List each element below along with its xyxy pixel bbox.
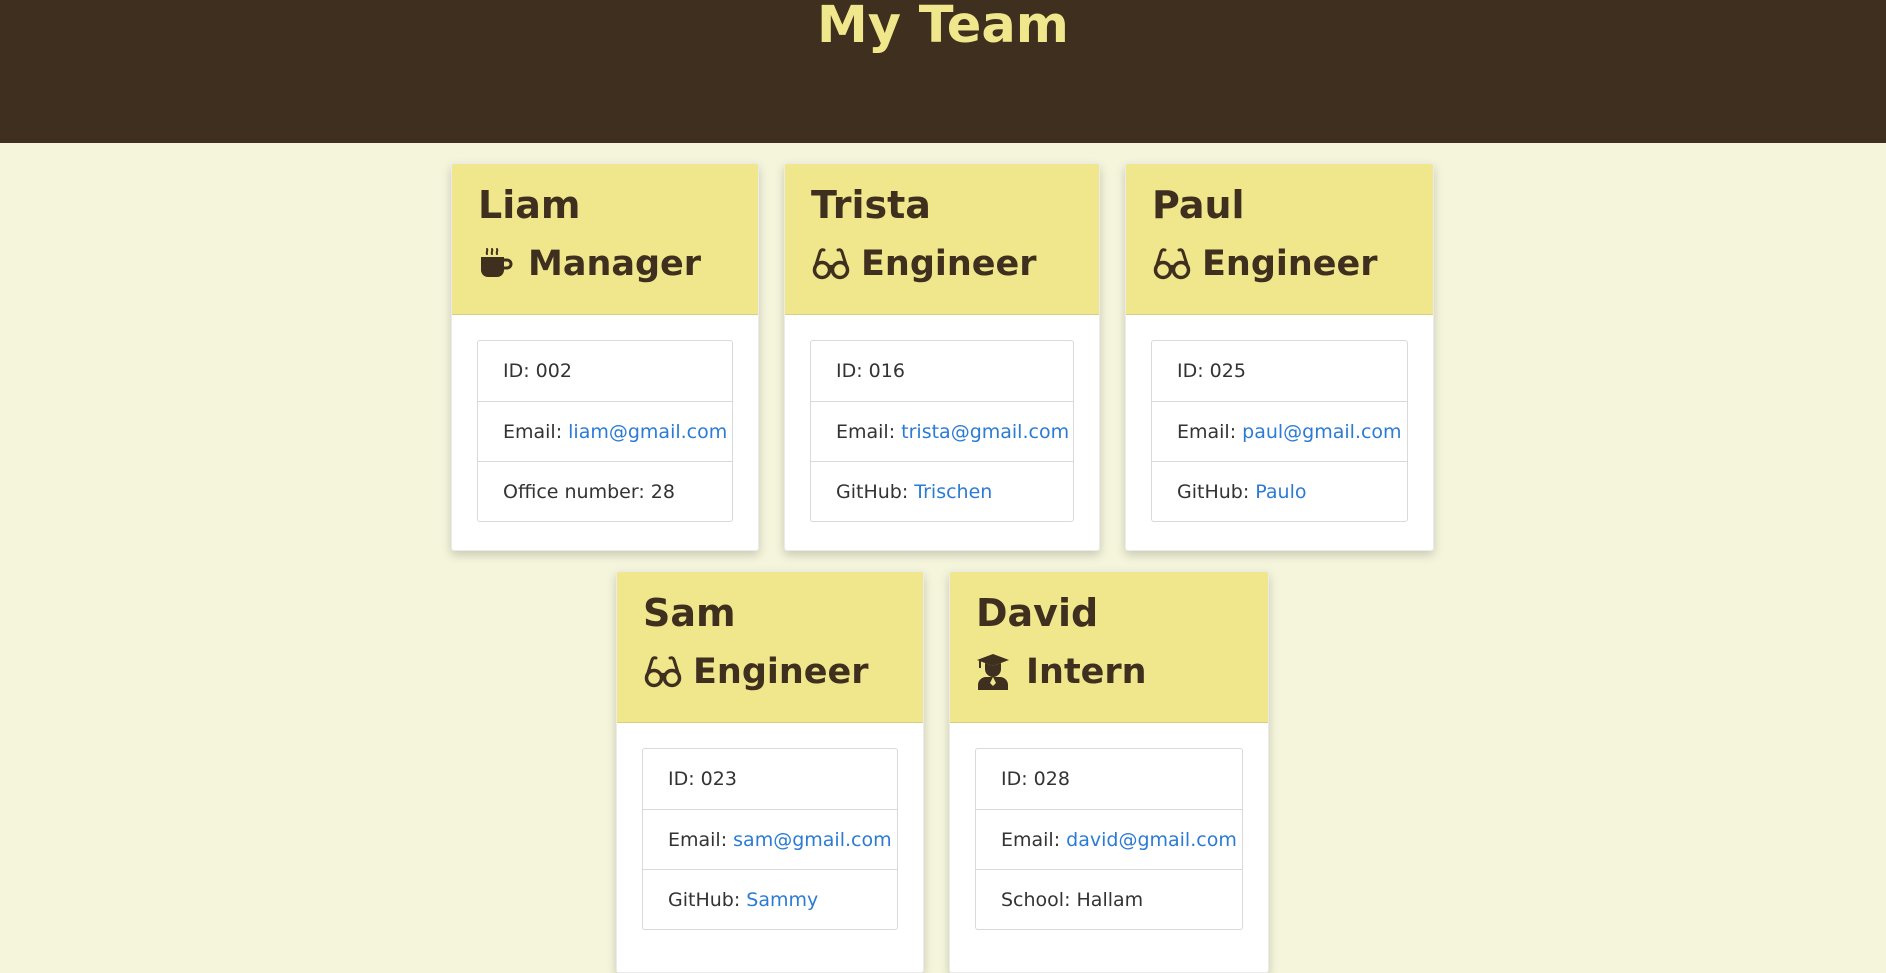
info-list: ID: 028 Email: david@gmail.com School: H…	[975, 748, 1243, 930]
card-body: ID: 028 Email: david@gmail.com School: H…	[950, 723, 1268, 955]
email-link[interactable]: paul@gmail.com	[1242, 421, 1401, 443]
id-item: ID: 023	[668, 768, 737, 790]
glasses-icon	[811, 244, 851, 284]
glasses-icon	[643, 652, 683, 692]
team-grid: Liam Manager ID: 002 Email: liam@gmail.c…	[0, 163, 1886, 973]
employee-card: Sam Engineer ID: 023 Email: sam@gmail.co…	[616, 571, 924, 973]
employee-name: David	[976, 591, 1099, 635]
employee-card: Trista Engineer ID: 016 Email: trista@gm…	[784, 163, 1100, 551]
id-item: ID: 002	[503, 360, 572, 382]
card-header: Paul Engineer	[1126, 164, 1433, 315]
id-item: ID: 028	[1001, 768, 1070, 790]
card-header: Trista Engineer	[785, 164, 1099, 315]
github-link[interactable]: Sammy	[746, 889, 818, 911]
school-item: School: Hallam	[976, 869, 1242, 929]
card-header: Sam Engineer	[617, 572, 923, 723]
employee-role: Intern	[976, 650, 1242, 694]
github-link[interactable]: Paulo	[1255, 481, 1306, 503]
id-item: ID: 025	[1177, 360, 1246, 382]
role-label: Manager	[528, 244, 702, 284]
github-item: GitHub: Paulo	[1152, 461, 1407, 521]
employee-card: David Intern ID: 028 Email: david@gmail.…	[949, 571, 1269, 973]
page-title: My Team	[817, 0, 1069, 55]
card-header: David Intern	[950, 572, 1268, 723]
id-item: ID: 016	[836, 360, 905, 382]
github-label: GitHub:	[836, 481, 915, 503]
office-number-item: Office number: 28	[478, 461, 732, 521]
glasses-icon	[1152, 244, 1192, 284]
employee-name: Sam	[643, 591, 736, 635]
card-body: ID: 016 Email: trista@gmail.com GitHub: …	[785, 315, 1099, 547]
email-label: Email:	[503, 421, 569, 443]
mug-icon	[478, 244, 518, 284]
github-item: GitHub: Sammy	[643, 869, 897, 929]
email-item: Email: david@gmail.com	[976, 809, 1242, 869]
card-header: Liam Manager	[452, 164, 758, 315]
github-label: GitHub:	[668, 889, 747, 911]
email-link[interactable]: david@gmail.com	[1066, 829, 1237, 851]
info-list: ID: 023 Email: sam@gmail.com GitHub: Sam…	[642, 748, 898, 930]
employee-name: Liam	[478, 183, 581, 227]
email-item: Email: liam@gmail.com	[478, 401, 732, 461]
email-label: Email:	[668, 829, 734, 851]
email-item: Email: paul@gmail.com	[1152, 401, 1407, 461]
graduate-icon	[976, 652, 1016, 692]
employee-role: Engineer	[643, 650, 897, 694]
github-label: GitHub:	[1177, 481, 1256, 503]
info-list: ID: 016 Email: trista@gmail.com GitHub: …	[810, 340, 1074, 522]
info-list: ID: 002 Email: liam@gmail.com Office num…	[477, 340, 733, 522]
role-label: Engineer	[693, 652, 869, 692]
email-label: Email:	[1001, 829, 1067, 851]
github-link[interactable]: Trischen	[914, 481, 992, 503]
employee-name: Trista	[811, 183, 931, 227]
email-label: Email:	[1177, 421, 1243, 443]
email-link[interactable]: trista@gmail.com	[901, 421, 1069, 443]
info-list: ID: 025 Email: paul@gmail.com GitHub: Pa…	[1151, 340, 1408, 522]
employee-role: Manager	[478, 242, 732, 286]
card-body: ID: 023 Email: sam@gmail.com GitHub: Sam…	[617, 723, 923, 955]
employee-name: Paul	[1152, 183, 1245, 227]
employee-card: Paul Engineer ID: 025 Email: paul@gmail.…	[1125, 163, 1434, 551]
role-label: Engineer	[1202, 244, 1378, 284]
email-label: Email:	[836, 421, 902, 443]
page-header: My Team	[0, 0, 1886, 143]
card-body: ID: 002 Email: liam@gmail.com Office num…	[452, 315, 758, 547]
role-label: Engineer	[861, 244, 1037, 284]
card-body: ID: 025 Email: paul@gmail.com GitHub: Pa…	[1126, 315, 1433, 547]
github-item: GitHub: Trischen	[811, 461, 1073, 521]
employee-role: Engineer	[811, 242, 1073, 286]
role-label: Intern	[1026, 652, 1147, 692]
email-item: Email: sam@gmail.com	[643, 809, 897, 869]
employee-role: Engineer	[1152, 242, 1407, 286]
email-link[interactable]: liam@gmail.com	[568, 421, 727, 443]
email-item: Email: trista@gmail.com	[811, 401, 1073, 461]
employee-card: Liam Manager ID: 002 Email: liam@gmail.c…	[451, 163, 759, 551]
email-link[interactable]: sam@gmail.com	[733, 829, 891, 851]
